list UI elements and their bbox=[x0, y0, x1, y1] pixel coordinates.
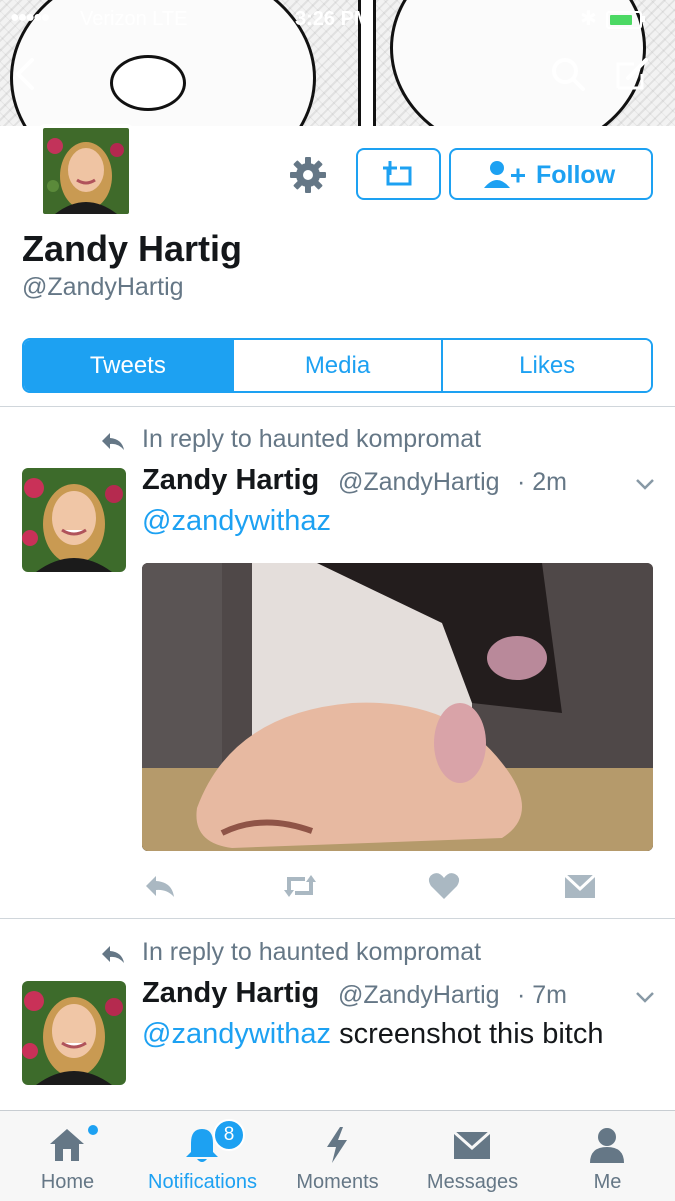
signal-strength: ●●●●● bbox=[10, 9, 50, 26]
profile-handle: @ZandyHartig bbox=[22, 273, 184, 301]
status-time: 3:26 PM bbox=[295, 8, 371, 30]
tweet-text: @zandywithaz screenshot this bitch bbox=[142, 1014, 642, 1054]
bottom-tab-bar: Home 8 Notifications Moments Messages Me bbox=[0, 1110, 675, 1201]
search-icon[interactable] bbox=[548, 54, 588, 94]
battery-level bbox=[610, 15, 632, 25]
add-to-list-icon bbox=[383, 161, 412, 186]
tab-media[interactable]: Media bbox=[231, 340, 442, 391]
tab-moments[interactable]: Moments bbox=[270, 1111, 405, 1201]
profile-tabs: Tweets Media Likes bbox=[22, 338, 653, 393]
retweet-icon[interactable] bbox=[283, 870, 317, 902]
chevron-down-icon[interactable] bbox=[633, 472, 657, 496]
tab-notifications[interactable]: 8 Notifications bbox=[135, 1111, 270, 1201]
tweet-avatar[interactable] bbox=[22, 468, 126, 572]
compose-icon[interactable] bbox=[612, 54, 652, 94]
tab-me[interactable]: Me bbox=[540, 1111, 675, 1201]
tweet-author-name[interactable]: Zandy Hartig bbox=[142, 464, 319, 497]
envelope-icon bbox=[453, 1130, 491, 1159]
back-chevron-icon[interactable] bbox=[10, 54, 50, 94]
unread-dot bbox=[88, 1125, 98, 1135]
person-icon bbox=[590, 1128, 624, 1163]
reply-arrow-icon bbox=[102, 433, 124, 450]
tweet-divider bbox=[0, 918, 675, 919]
add-to-list-button[interactable] bbox=[356, 148, 441, 200]
lightning-icon bbox=[327, 1127, 347, 1163]
tweet-author-name[interactable]: Zandy Hartig bbox=[142, 977, 319, 1010]
tab-me-label: Me bbox=[593, 1171, 622, 1193]
bluetooth-icon: ✱ bbox=[580, 8, 597, 30]
tweet-body: screenshot this bitch bbox=[331, 1018, 604, 1050]
tweet-media-image[interactable] bbox=[142, 563, 653, 851]
tab-home-label: Home bbox=[40, 1171, 95, 1193]
home-icon bbox=[50, 1129, 84, 1161]
gear-icon[interactable] bbox=[288, 155, 328, 195]
battery-icon bbox=[606, 11, 642, 29]
tab-messages-label: Messages bbox=[426, 1171, 519, 1193]
reply-context-text: In reply to haunted kompromat bbox=[142, 425, 482, 453]
status-bar: ●●●●● Verizon LTE 3:26 PM ✱ bbox=[0, 0, 675, 38]
tweet-mention[interactable]: @zandywithaz bbox=[142, 505, 331, 537]
tab-messages[interactable]: Messages bbox=[405, 1111, 540, 1201]
reply-context-text: In reply to haunted kompromat bbox=[142, 938, 482, 966]
tweet-author-handle[interactable]: @ZandyHartig bbox=[338, 468, 500, 497]
section-divider bbox=[0, 406, 675, 407]
tab-home[interactable]: Home bbox=[0, 1111, 135, 1201]
tweet-avatar[interactable] bbox=[22, 981, 126, 1085]
tweet-timestamp: · 2m bbox=[517, 468, 567, 496]
tweet-timestamp: · 7m bbox=[517, 981, 567, 1009]
battery-tip bbox=[642, 16, 645, 22]
chevron-down-icon[interactable] bbox=[633, 985, 657, 1009]
tweet-mention[interactable]: @zandywithaz bbox=[142, 1018, 331, 1050]
carrier-label: Verizon LTE bbox=[80, 8, 188, 30]
follow-label: Follow bbox=[536, 161, 616, 189]
tab-tweets[interactable]: Tweets bbox=[24, 340, 232, 391]
follow-button[interactable]: Follow bbox=[449, 148, 653, 200]
banner-art-mouth bbox=[110, 55, 186, 111]
tab-moments-label: Moments bbox=[296, 1171, 379, 1193]
profile-display-name: Zandy Hartig bbox=[22, 228, 243, 269]
tab-notifications-label: Notifications bbox=[148, 1171, 257, 1193]
tweet-author-handle[interactable]: @ZandyHartig bbox=[338, 981, 500, 1010]
direct-message-icon[interactable] bbox=[563, 870, 597, 902]
tweet-text: @zandywithaz bbox=[142, 501, 642, 541]
add-person-icon bbox=[484, 161, 525, 188]
notification-badge: 8 bbox=[213, 1119, 245, 1151]
profile-avatar[interactable] bbox=[39, 124, 133, 218]
like-heart-icon[interactable] bbox=[427, 870, 461, 902]
reply-arrow-icon bbox=[102, 946, 124, 963]
reply-icon[interactable] bbox=[143, 870, 177, 902]
tab-likes[interactable]: Likes bbox=[441, 340, 651, 391]
